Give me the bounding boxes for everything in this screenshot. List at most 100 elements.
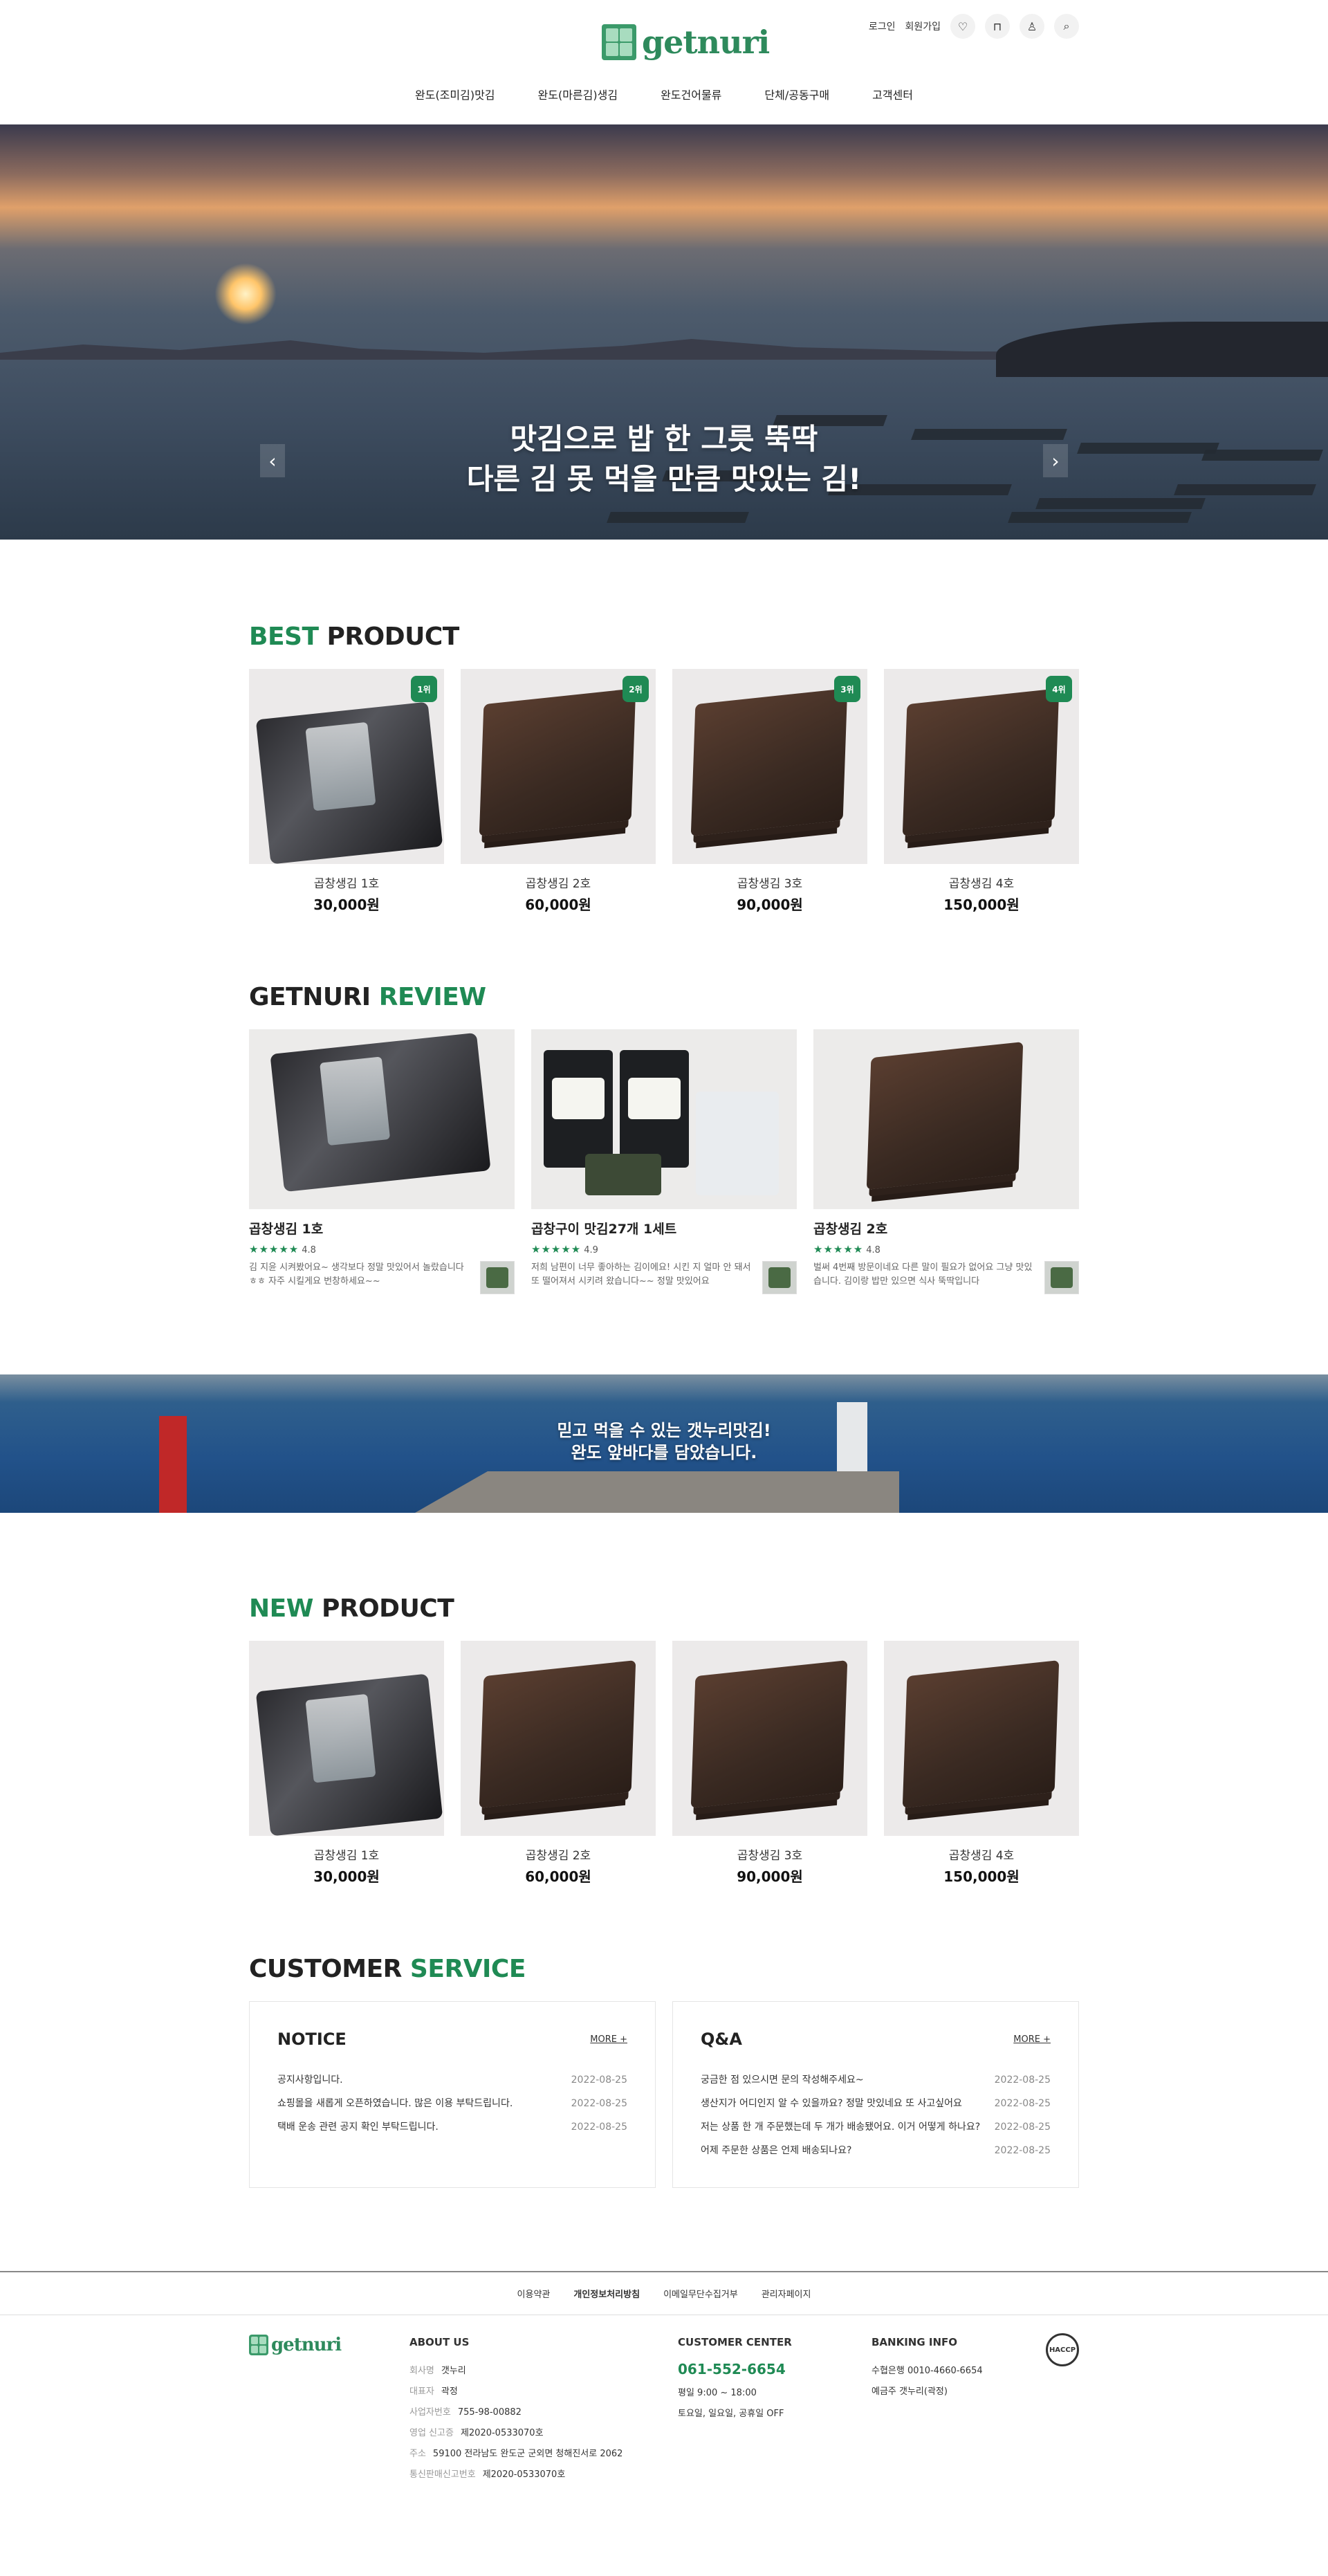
product-name[interactable]: 곱창생김 3호 xyxy=(672,874,867,891)
product-name[interactable]: 곱창생김 1호 xyxy=(249,874,444,891)
admin-link[interactable]: 관리자페이지 xyxy=(762,2287,811,2300)
review-product-name[interactable]: 곱창생김 2호 xyxy=(813,1219,1079,1238)
nav-item-dried-seafood[interactable]: 완도건어물류 xyxy=(661,86,721,102)
product-name[interactable]: 곱창생김 4호 xyxy=(884,874,1079,891)
utility-menu: 로그인 회원가입 ♡ ⊓ ♙ ⌕ xyxy=(869,14,1079,39)
rank-badge: 3위 xyxy=(834,676,860,702)
product-price: 30,000원 xyxy=(313,1868,380,1885)
hero-next-button[interactable]: › xyxy=(1043,444,1068,477)
promo-banner: 믿고 먹을 수 있는 갯누리맛김! 완도 앞바다를 담았습니다. xyxy=(0,1374,1328,1513)
nav-item-customer-center[interactable]: 고객센터 xyxy=(872,86,913,102)
rank-badge: 1위 xyxy=(411,676,437,702)
logo-mark xyxy=(602,24,636,60)
hero-line-2: 다른 김 못 먹을 만큼 맛있는 김! xyxy=(466,462,862,496)
list-item[interactable]: 쇼핑몰을 새롭게 오픈하였습니다. 많은 이용 부탁드립니다. 2022-08-2… xyxy=(277,2092,627,2115)
cart-icon[interactable]: ⊓ xyxy=(985,14,1010,39)
footer-logo[interactable]: getnuri xyxy=(249,2335,342,2355)
product-card[interactable]: 곱창생김 2호 60,000원 xyxy=(461,1641,656,1886)
review-product-name[interactable]: 곱창생김 1호 xyxy=(249,1219,515,1238)
product-name[interactable]: 곱창생김 4호 xyxy=(884,1846,1079,1863)
product-name[interactable]: 곱창생김 3호 xyxy=(672,1846,867,1863)
review-rating: ★★★★★ 4.9 xyxy=(531,1243,598,1255)
customer-service-section: CUSTOMER SERVICE NOTICE MORE + 공지사항입니다. 20… xyxy=(249,1955,1079,2188)
product-image[interactable] xyxy=(461,1641,656,1836)
new-product-grid: 곱창생김 1호 30,000원 곱창생김 2호 60,000원 곱창생김 3호 … xyxy=(249,1641,1079,1886)
review-thumbnail[interactable] xyxy=(762,1261,797,1294)
qna-list: 궁금한 점 있으시면 문의 작성해주세요~ 2022-08-25 생산지가 어디인… xyxy=(701,2068,1051,2162)
notice-box: NOTICE MORE + 공지사항입니다. 2022-08-25 쇼핑몰을 새롭게… xyxy=(249,2001,656,2188)
qna-box: Q&A MORE + 궁금한 점 있으시면 문의 작성해주세요~ 2022-08-2… xyxy=(672,2001,1079,2188)
product-price: 90,000원 xyxy=(737,1868,803,1885)
review-product-name[interactable]: 곱창구이 맛김27개 1세트 xyxy=(531,1219,797,1238)
join-link[interactable]: 회원가입 xyxy=(905,19,941,33)
review-image[interactable] xyxy=(813,1029,1079,1209)
product-image[interactable]: 1위 xyxy=(249,669,444,864)
review-card[interactable]: 곱창생김 2호 ★★★★★ 4.8 벌써 4번째 방문이네요 다른 말이 필요가 … xyxy=(813,1029,1079,1294)
review-image[interactable] xyxy=(249,1029,515,1209)
notice-more-link[interactable]: MORE + xyxy=(590,2034,627,2045)
logo-text: getnuri xyxy=(642,24,770,61)
review-rating: ★★★★★ 4.8 xyxy=(813,1243,880,1255)
user-icon[interactable]: ♙ xyxy=(1020,14,1044,39)
product-name[interactable]: 곱창생김 2호 xyxy=(461,874,656,891)
notice-list: 공지사항입니다. 2022-08-25 쇼핑몰을 새롭게 오픈하였습니다. 많은 … xyxy=(277,2068,627,2139)
product-image[interactable]: 3위 xyxy=(672,669,867,864)
login-link[interactable]: 로그인 xyxy=(869,19,896,33)
qna-more-link[interactable]: MORE + xyxy=(1013,2034,1051,2045)
hero-headline: 맛김으로 밥 한 그릇 뚝딱 다른 김 못 먹을 만큼 맛있는 김! xyxy=(0,419,1328,499)
product-image[interactable]: 4위 xyxy=(884,669,1079,864)
product-card[interactable]: 4위 곱창생김 4호 150,000원 xyxy=(884,669,1079,914)
product-card[interactable]: 1위 곱창생김 1호 30,000원 xyxy=(249,669,444,914)
logo-mark xyxy=(249,2335,268,2355)
nav-item-group-purchase[interactable]: 단체/공동구매 xyxy=(764,86,829,102)
banner-copy: 믿고 먹을 수 있는 갯누리맛김! 완도 앞바다를 담았습니다. xyxy=(557,1421,771,1462)
list-item[interactable]: 궁금한 점 있으시면 문의 작성해주세요~ 2022-08-25 xyxy=(701,2068,1051,2092)
nav-item-seasoned-laver[interactable]: 완도(조미김)맛김 xyxy=(415,86,495,102)
product-name[interactable]: 곱창생김 2호 xyxy=(461,1846,656,1863)
hero-sun xyxy=(214,263,277,325)
product-image[interactable] xyxy=(672,1641,867,1836)
product-image[interactable] xyxy=(884,1641,1079,1836)
terms-link[interactable]: 이용약관 xyxy=(517,2287,551,2300)
product-price: 150,000원 xyxy=(943,896,1020,913)
phone-number[interactable]: 061-552-6654 xyxy=(678,2361,792,2377)
search-icon[interactable]: ⌕ xyxy=(1054,14,1079,39)
review-thumbnail[interactable] xyxy=(1044,1261,1079,1294)
review-text: 김 지윤 시켜봤어요~ 생각보다 정말 맛있어서 놀랐습니다 ㅎㅎ 자주 시킬게… xyxy=(249,1262,464,1287)
product-image[interactable]: 2위 xyxy=(461,669,656,864)
review-text: 벌써 4번째 방문이네요 다른 말이 필요가 없어요 그냥 맛있습니다. 김이랑… xyxy=(813,1262,1033,1287)
customer-service-title: CUSTOMER SERVICE xyxy=(249,1955,526,1983)
list-item[interactable]: 저는 상품 한 개 주문했는데 두 개가 배송됐어요. 이거 어떻게 하나요? 2… xyxy=(701,2115,1051,2139)
best-product-title: BEST PRODUCT xyxy=(249,623,459,651)
best-product-grid: 1위 곱창생김 1호 30,000원 2위 곱창생김 2호 60,000원 3위… xyxy=(249,669,1079,914)
review-card[interactable]: 곱창생김 1호 ★★★★★ 4.8 김 지윤 시켜봤어요~ 생각보다 정말 맛있어… xyxy=(249,1029,515,1294)
review-title: GETNURI REVIEW xyxy=(249,983,486,1011)
product-card[interactable]: 2위 곱창생김 2호 60,000원 xyxy=(461,669,656,914)
notice-title: NOTICE xyxy=(277,2030,347,2049)
review-card[interactable]: 곱창구이 맛김27개 1세트 ★★★★★ 4.9 저희 남편이 너무 좋아하는 김… xyxy=(531,1029,797,1294)
product-card[interactable]: 곱창생김 1호 30,000원 xyxy=(249,1641,444,1886)
review-rating: ★★★★★ 4.8 xyxy=(249,1243,316,1255)
product-name[interactable]: 곱창생김 1호 xyxy=(249,1846,444,1863)
email-refusal-link[interactable]: 이메일무단수집거부 xyxy=(663,2287,738,2300)
review-image[interactable] xyxy=(531,1029,797,1209)
list-item[interactable]: 공지사항입니다. 2022-08-25 xyxy=(277,2068,627,2092)
product-card[interactable]: 곱창생김 4호 150,000원 xyxy=(884,1641,1079,1886)
heart-icon[interactable]: ♡ xyxy=(950,14,975,39)
product-card[interactable]: 3위 곱창생김 3호 90,000원 xyxy=(672,669,867,914)
review-grid: 곱창생김 1호 ★★★★★ 4.8 김 지윤 시켜봤어요~ 생각보다 정말 맛있어… xyxy=(249,1029,1079,1294)
review-thumbnail[interactable] xyxy=(480,1261,515,1294)
product-image[interactable] xyxy=(249,1641,444,1836)
hero-prev-button[interactable]: ‹ xyxy=(260,444,285,477)
list-item[interactable]: 생산지가 어디인지 알 수 있을까요? 정말 맛있네요 또 사고싶어요 2022-… xyxy=(701,2092,1051,2115)
privacy-link[interactable]: 개인정보처리방침 xyxy=(573,2287,640,2300)
hero-slider: 맛김으로 밥 한 그릇 뚝딱 다른 김 못 먹을 만큼 맛있는 김! ‹ › xyxy=(0,125,1328,540)
new-product-title: NEW PRODUCT xyxy=(249,1594,454,1623)
rank-badge: 2위 xyxy=(622,676,649,702)
site-logo[interactable]: getnuri xyxy=(602,24,770,61)
list-item[interactable]: 어제 주문한 상품은 언제 배송되나요? 2022-08-25 xyxy=(701,2139,1051,2162)
list-item[interactable]: 택배 운송 관련 공지 확인 부탁드립니다. 2022-08-25 xyxy=(277,2115,627,2139)
nav-item-dried-laver[interactable]: 완도(마른김)생김 xyxy=(538,86,618,102)
cs-grid: NOTICE MORE + 공지사항입니다. 2022-08-25 쇼핑몰을 새롭게… xyxy=(249,2001,1079,2188)
product-card[interactable]: 곱창생김 3호 90,000원 xyxy=(672,1641,867,1886)
